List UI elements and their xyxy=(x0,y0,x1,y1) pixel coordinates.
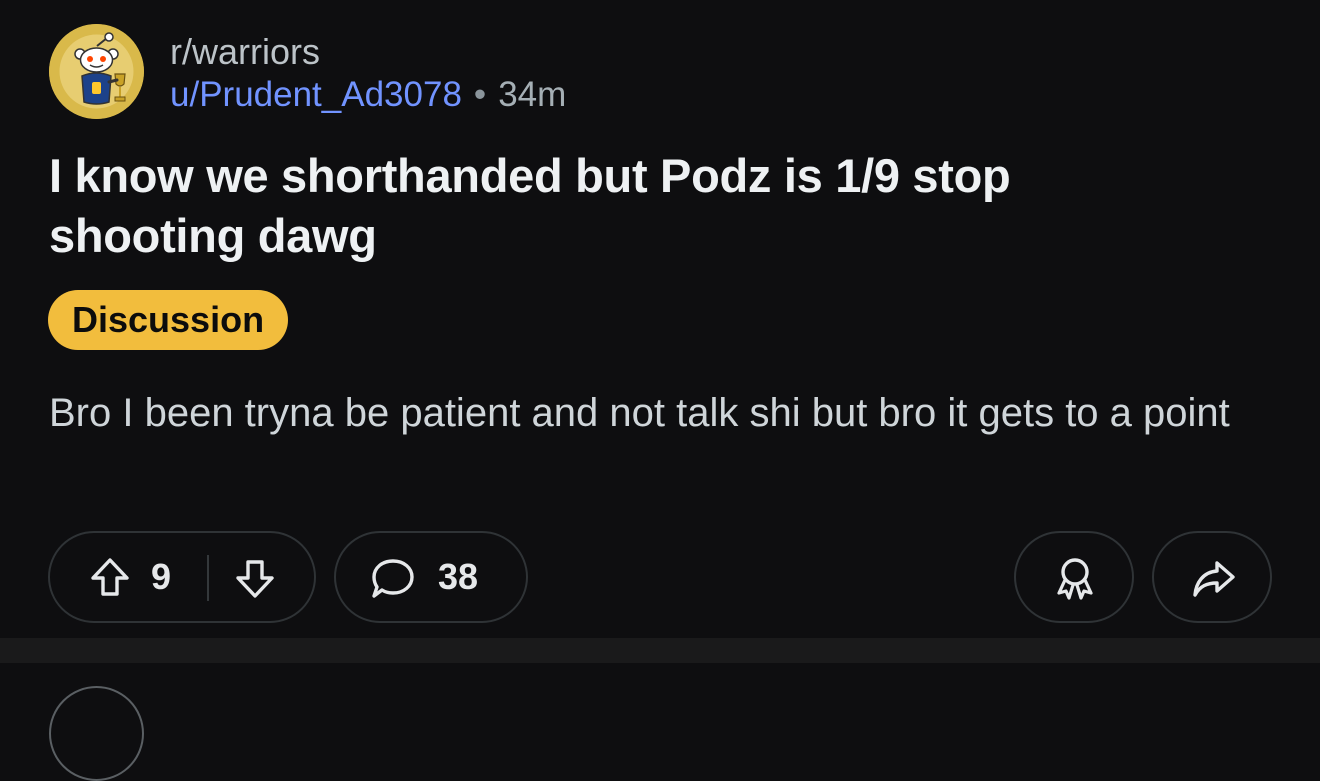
subreddit-name[interactable]: r/warriors xyxy=(170,30,320,73)
downvote-button[interactable] xyxy=(232,556,278,602)
award-button[interactable] xyxy=(1014,531,1134,623)
feed-separator xyxy=(0,638,1320,663)
post-flair[interactable]: Discussion xyxy=(48,290,289,350)
post-meta: u/Prudent_Ad3078 • 34m xyxy=(170,74,566,116)
vote-count: 9 xyxy=(151,556,172,597)
vote-controls: 9 xyxy=(48,531,316,623)
post-age: 34m xyxy=(498,75,567,114)
author-username[interactable]: u/Prudent_Ad3078 xyxy=(170,75,462,114)
comments-button[interactable]: 38 xyxy=(334,531,528,623)
share-arrow-icon xyxy=(1193,561,1235,597)
post-body[interactable]: Bro I been tryna be patient and not talk… xyxy=(49,386,1289,440)
post-title[interactable]: I know we shorthanded but Podz is 1/9 st… xyxy=(49,146,1179,266)
vote-divider xyxy=(207,555,209,601)
next-post-avatar[interactable] xyxy=(49,686,144,781)
upvote-button[interactable] xyxy=(87,554,133,600)
award-ribbon-icon xyxy=(1057,558,1093,600)
speech-bubble-icon xyxy=(372,559,414,598)
next-post-card[interactable] xyxy=(0,663,1320,781)
comment-count: 38 xyxy=(438,556,479,597)
snoo-mascot-icon xyxy=(49,24,144,119)
share-button[interactable] xyxy=(1152,531,1272,623)
post-card[interactable]: r/warriors u/Prudent_Ad3078 • 34m I know w… xyxy=(0,0,1320,638)
meta-separator: • xyxy=(473,75,487,114)
subreddit-avatar[interactable] xyxy=(49,24,144,119)
